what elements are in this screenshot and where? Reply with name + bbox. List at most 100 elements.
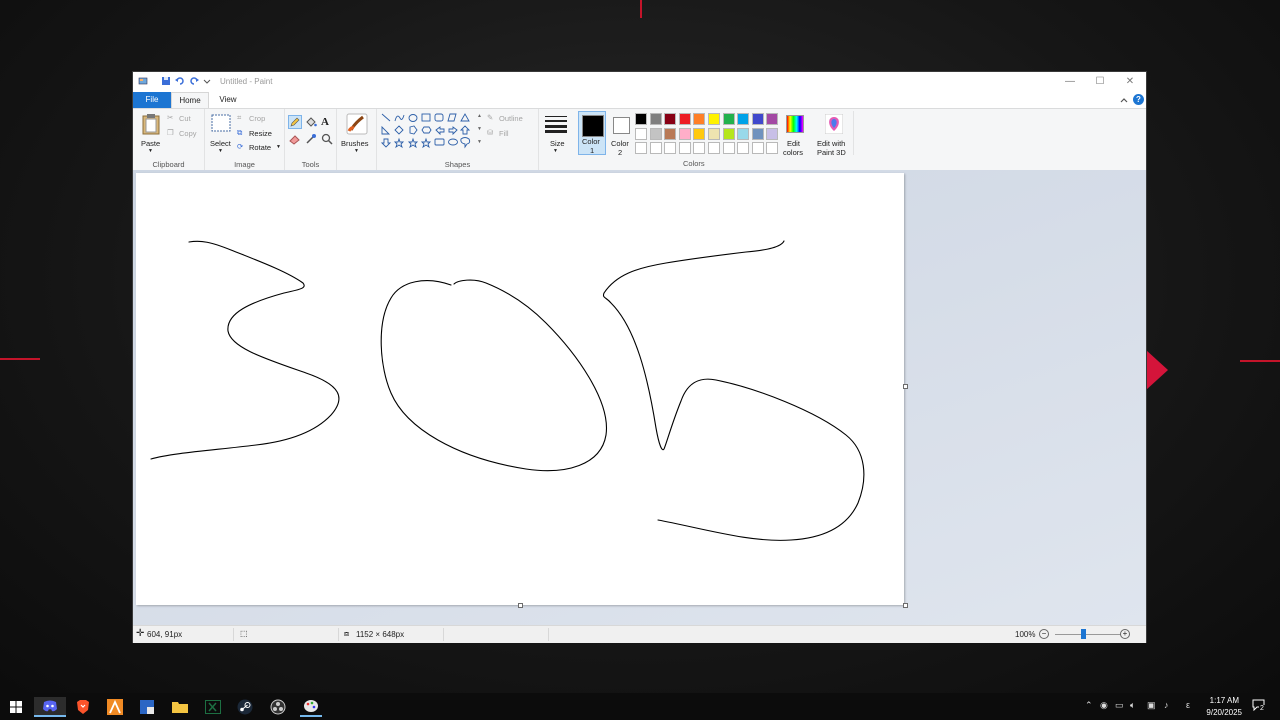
- taskbar-affinity[interactable]: [104, 697, 126, 717]
- palette-swatch[interactable]: [635, 127, 647, 140]
- zoom-in-button[interactable]: +: [1120, 629, 1130, 639]
- palette-swatch[interactable]: [751, 127, 764, 140]
- palette-swatch[interactable]: [737, 142, 750, 154]
- taskbar-steam[interactable]: [234, 697, 256, 717]
- clock[interactable]: 1:17 AM 9/20/2025: [1198, 693, 1244, 720]
- palette-swatch[interactable]: [693, 113, 706, 125]
- outline-button[interactable]: ✎ Outline: [487, 113, 537, 125]
- colors-group-label: Colors: [683, 159, 705, 168]
- copy-button[interactable]: ❐ Copy: [167, 128, 203, 140]
- palette-swatch[interactable]: [722, 142, 735, 154]
- palette-swatch[interactable]: [737, 113, 750, 125]
- palette-swatch[interactable]: [678, 142, 691, 154]
- palette-swatch[interactable]: [664, 142, 677, 154]
- window-title: Untitled - Paint: [220, 77, 273, 86]
- taskbar-discord[interactable]: [34, 697, 66, 717]
- edit-colors-button[interactable]: Edit colors: [781, 111, 807, 157]
- drawing-canvas[interactable]: [136, 173, 904, 605]
- select-dropdown-icon[interactable]: ▼: [218, 148, 223, 154]
- shapes-expand-icon[interactable]: ▼: [477, 139, 482, 145]
- resize-handle-right[interactable]: [903, 384, 908, 389]
- color2-button[interactable]: Color 2: [608, 111, 634, 157]
- pencil-tool[interactable]: [288, 115, 302, 129]
- save-icon[interactable]: [161, 76, 171, 86]
- select-button[interactable]: Select ▼: [207, 111, 235, 155]
- customize-qat-icon[interactable]: [203, 76, 211, 86]
- minimize-button[interactable]: —: [1055, 72, 1085, 92]
- fill-button[interactable]: ⛁ Fill: [487, 128, 537, 140]
- notification-center-button[interactable]: 2: [1252, 699, 1266, 713]
- palette-swatch[interactable]: [635, 113, 647, 125]
- shapes-gallery[interactable]: [381, 113, 477, 151]
- palette-swatch[interactable]: [708, 142, 720, 154]
- cut-button[interactable]: ✂ Cut: [167, 113, 203, 125]
- zoom-out-button[interactable]: −: [1039, 629, 1049, 639]
- palette-swatch[interactable]: [693, 127, 706, 140]
- palette-swatch[interactable]: [722, 127, 735, 140]
- palette-swatch[interactable]: [751, 113, 764, 125]
- palette-swatch[interactable]: [751, 142, 764, 154]
- palette-swatch[interactable]: [664, 113, 677, 125]
- palette-swatch[interactable]: [766, 127, 779, 140]
- eraser-icon[interactable]: [289, 133, 301, 145]
- palette-swatch[interactable]: [678, 127, 691, 140]
- outline-icon: ✎: [487, 113, 494, 122]
- collapse-ribbon-icon[interactable]: [1119, 95, 1129, 105]
- palette-swatch[interactable]: [708, 113, 720, 125]
- edit-with-paint3d-button[interactable]: Edit with Paint 3D: [813, 111, 854, 157]
- display-icon[interactable]: ▣: [1147, 700, 1156, 711]
- fill-bucket-icon[interactable]: [305, 116, 317, 128]
- taskbar-visual-studio[interactable]: [136, 697, 158, 717]
- palette-swatch[interactable]: [737, 127, 750, 140]
- taskbar-paint[interactable]: [300, 697, 322, 717]
- palette-swatch[interactable]: [766, 142, 779, 154]
- tab-home[interactable]: Home: [171, 92, 209, 108]
- microphone-icon[interactable]: ♪: [1164, 700, 1169, 710]
- crop-button[interactable]: ⌗ Crop: [237, 113, 283, 125]
- rotate-button[interactable]: ⟳ Rotate ▼: [237, 142, 283, 154]
- paste-dropdown-icon[interactable]: ▼: [148, 148, 153, 154]
- input-indicator-icon[interactable]: ε: [1186, 700, 1190, 710]
- palette-swatch[interactable]: [708, 127, 720, 140]
- help-icon[interactable]: ?: [1133, 94, 1144, 105]
- color-picker-icon[interactable]: [305, 133, 317, 145]
- zoom-slider[interactable]: [1055, 634, 1121, 635]
- taskbar-excel[interactable]: [202, 697, 224, 717]
- speaker-icon[interactable]: 🔈︎: [1130, 700, 1135, 711]
- resize-handle-corner[interactable]: [903, 603, 908, 608]
- taskbar-file-explorer[interactable]: [169, 697, 191, 717]
- palette-swatch[interactable]: [649, 142, 662, 154]
- color1-button[interactable]: Color 1: [578, 111, 606, 155]
- magnifier-icon[interactable]: [321, 133, 333, 145]
- taskbar-obs[interactable]: [267, 697, 289, 717]
- palette-swatch[interactable]: [693, 142, 706, 154]
- paste-button[interactable]: Paste ▼: [137, 111, 165, 155]
- tab-view[interactable]: View: [213, 92, 243, 108]
- palette-swatch[interactable]: [766, 113, 779, 125]
- text-tool-icon[interactable]: A: [321, 116, 329, 128]
- redo-icon[interactable]: [189, 76, 199, 86]
- network-icon[interactable]: ▭: [1115, 700, 1124, 711]
- shapes-scroll-down-icon[interactable]: ▼: [477, 126, 482, 132]
- resize-handle-bottom[interactable]: [518, 603, 523, 608]
- palette-swatch[interactable]: [635, 142, 647, 154]
- brushes-button[interactable]: Brushes ▼: [341, 111, 373, 155]
- palette-swatch[interactable]: [678, 113, 691, 125]
- resize-button[interactable]: ⧉ Resize: [237, 128, 283, 140]
- tab-file[interactable]: File: [133, 92, 171, 108]
- palette-swatch[interactable]: [649, 127, 662, 140]
- close-button[interactable]: ✕: [1115, 72, 1145, 92]
- taskbar-brave[interactable]: [72, 697, 94, 717]
- palette-swatch[interactable]: [664, 127, 677, 140]
- undo-icon[interactable]: [175, 76, 185, 86]
- maximize-button[interactable]: ☐: [1085, 72, 1115, 92]
- palette-swatch[interactable]: [649, 113, 662, 125]
- size-button[interactable]: Size ▼: [542, 111, 570, 155]
- palette-swatch[interactable]: [722, 113, 735, 125]
- start-button[interactable]: [5, 697, 27, 717]
- zoom-slider-thumb[interactable]: [1081, 629, 1086, 639]
- decorative-shape: [1146, 350, 1168, 390]
- show-hidden-icons[interactable]: ⌃: [1085, 700, 1093, 711]
- shapes-scroll-up-icon[interactable]: ▲: [477, 113, 482, 119]
- tray-discord-icon[interactable]: ◉: [1100, 700, 1108, 711]
